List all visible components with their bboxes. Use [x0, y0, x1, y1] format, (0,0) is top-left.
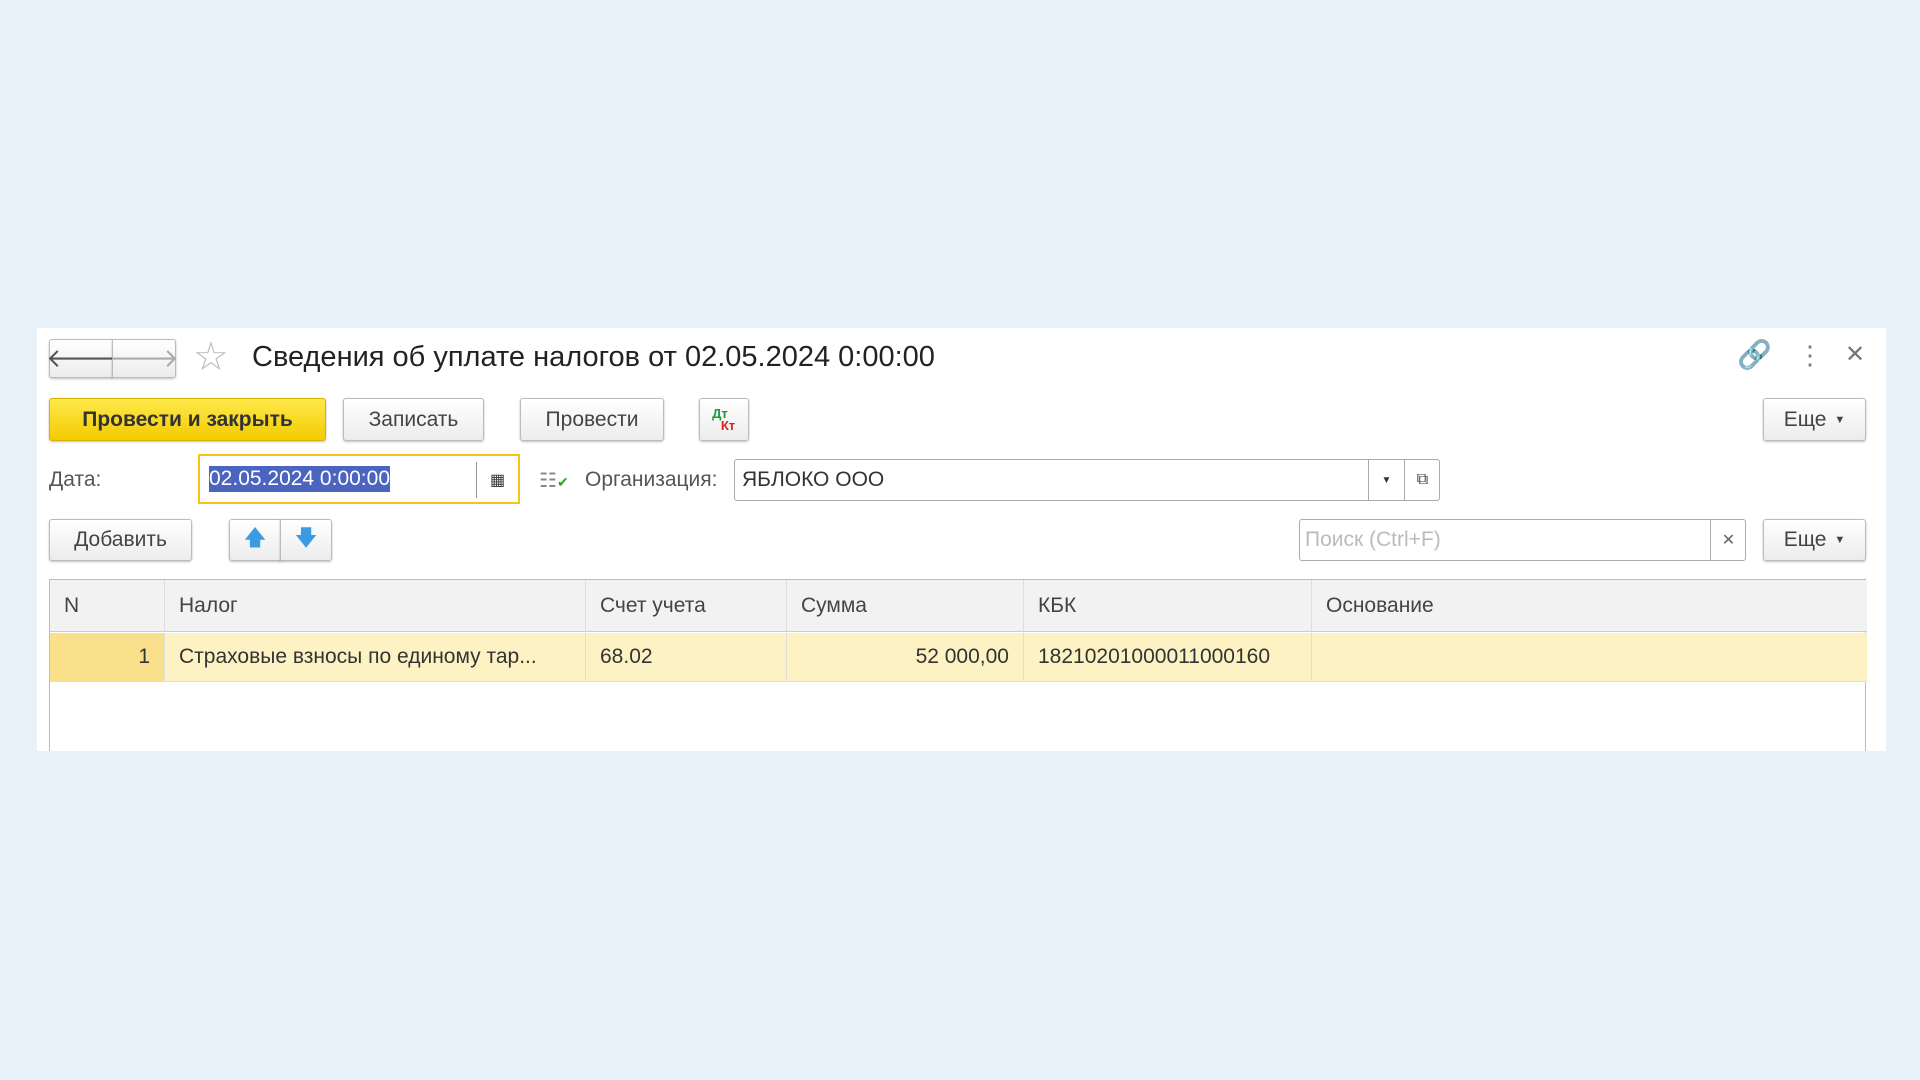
favorite-star-icon[interactable]: ☆ — [193, 334, 229, 380]
more-vertical-icon[interactable]: ⋮ — [1797, 340, 1823, 371]
more-label: Еще — [1783, 407, 1827, 431]
arrow-up-icon: 🡅 — [243, 525, 267, 550]
organization-value: ЯБЛОКО ООО — [742, 468, 885, 491]
date-label: Дата: — [49, 468, 102, 491]
open-icon[interactable]: ⧉ — [1404, 460, 1440, 500]
dropdown-icon: ▼ — [1834, 413, 1846, 426]
arrow-down-icon: 🡇 — [294, 525, 318, 550]
page-title: Сведения об уплате налогов от 02.05.2024… — [252, 341, 935, 373]
organization-field[interactable]: ЯБЛОКО ООО ▼ ⧉ — [734, 459, 1440, 501]
clear-icon[interactable]: ✕ — [1710, 520, 1746, 560]
cell-kbk[interactable]: 18210201000011000160 — [1024, 633, 1312, 682]
organization-label: Организация: — [585, 468, 718, 491]
post-and-close-button[interactable]: Провести и закрыть — [49, 398, 326, 441]
cell-account[interactable]: 68.02 — [586, 633, 787, 682]
column-header-tax[interactable]: Налог — [165, 580, 586, 632]
more-button[interactable]: Еще ▼ — [1763, 398, 1866, 441]
forward-button[interactable]: 🡒 — [109, 339, 179, 378]
date-value: 02.05.2024 0:00:00 — [209, 466, 391, 492]
column-header-account[interactable]: Счет учета — [586, 580, 787, 632]
post-button[interactable]: Провести — [520, 398, 664, 441]
add-button[interactable]: Добавить — [49, 519, 192, 561]
taxes-table: N Налог Счет учета Сумма КБК Основание 1… — [49, 579, 1867, 751]
history-check-icon[interactable]: ☷✔ — [539, 468, 569, 493]
cell-tax[interactable]: Страховые взносы по единому тар... — [165, 633, 586, 682]
document-window: 🡐 🡒 ☆ Сведения об уплате налогов от 02.0… — [37, 328, 1886, 751]
table-more-button[interactable]: Еще ▼ — [1763, 519, 1866, 561]
move-up-button[interactable]: 🡅 — [229, 519, 281, 561]
save-button[interactable]: Записать — [343, 398, 484, 441]
more-label: Еще — [1783, 528, 1827, 551]
date-field[interactable]: 02.05.2024 0:00:00 ▦ — [198, 454, 520, 504]
cell-basis[interactable] — [1312, 633, 1867, 682]
column-header-sum[interactable]: Сумма — [787, 580, 1024, 632]
column-header-n[interactable]: N — [50, 580, 165, 632]
search-input[interactable]: Поиск (Ctrl+F) ✕ — [1299, 519, 1746, 561]
search-placeholder: Поиск (Ctrl+F) — [1305, 528, 1441, 551]
kt-label: Кт — [720, 417, 736, 433]
arrow-left-icon: 🡐 — [46, 343, 116, 373]
column-header-kbk[interactable]: КБК — [1024, 580, 1312, 632]
back-button[interactable]: 🡐 — [46, 339, 116, 378]
cell-n[interactable]: 1 — [50, 633, 165, 682]
link-icon[interactable]: 🔗 — [1737, 338, 1772, 371]
dropdown-icon: ▼ — [1834, 534, 1846, 546]
arrow-right-icon: 🡒 — [109, 343, 179, 373]
close-icon[interactable]: ✕ — [1845, 340, 1865, 369]
cell-sum[interactable]: 52 000,00 — [787, 633, 1024, 682]
calendar-icon[interactable]: ▦ — [476, 462, 518, 498]
dt-kt-button[interactable]: Дт Кт — [699, 398, 749, 441]
column-header-basis[interactable]: Основание — [1312, 580, 1867, 632]
dropdown-icon[interactable]: ▼ — [1368, 460, 1404, 500]
move-down-button[interactable]: 🡇 — [280, 519, 332, 561]
